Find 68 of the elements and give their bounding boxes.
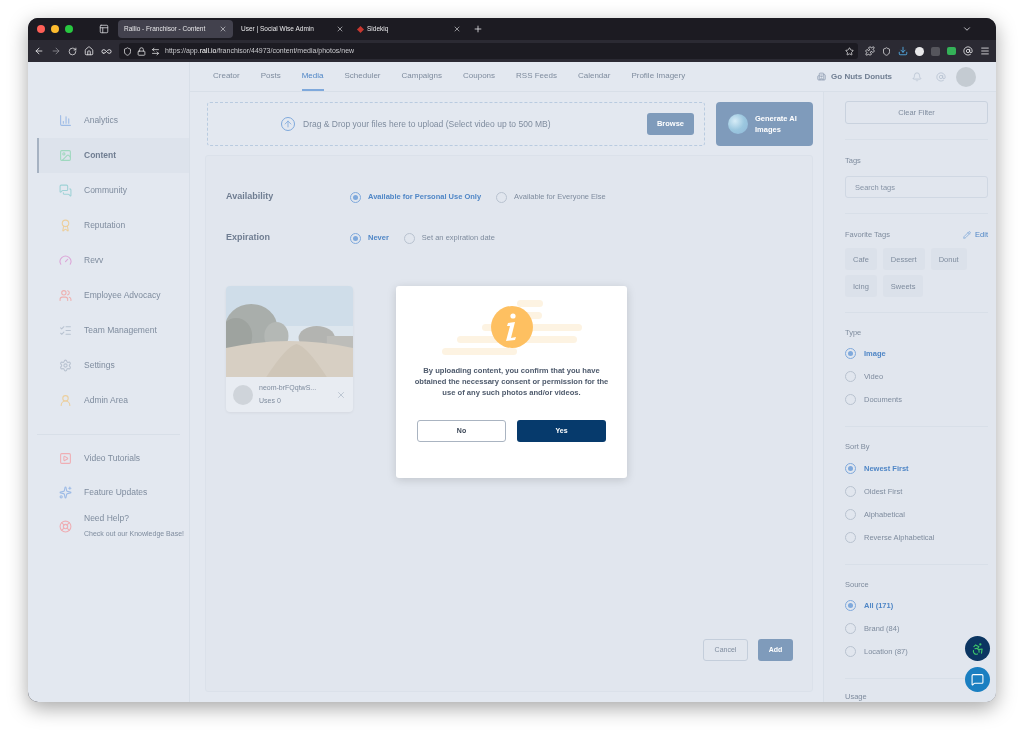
sparkle-icon xyxy=(59,485,72,499)
download-icon[interactable] xyxy=(898,46,908,56)
forward-icon[interactable] xyxy=(51,46,61,56)
close-tab-icon[interactable] xyxy=(336,25,344,33)
close-tab-icon[interactable] xyxy=(453,25,461,33)
sidebar-item[interactable]: Settings xyxy=(37,348,189,383)
account-name[interactable]: Go Nuts Donuts xyxy=(831,70,892,83)
chat-icon xyxy=(971,673,984,686)
maximize-window-icon[interactable] xyxy=(65,25,73,33)
list-icon xyxy=(59,324,72,337)
minimize-window-icon[interactable] xyxy=(51,25,59,33)
lifebuoy-icon xyxy=(59,519,72,533)
home-icon[interactable] xyxy=(84,46,94,56)
orb-icon xyxy=(728,114,748,134)
field-label: Availability xyxy=(226,190,275,204)
video-icon xyxy=(59,451,72,465)
users-icon xyxy=(59,289,72,302)
sidebar-item[interactable]: Team Management xyxy=(37,313,189,348)
back-icon[interactable] xyxy=(34,46,44,56)
uploader-avatar xyxy=(233,384,253,405)
sidebar-item[interactable]: Admin Area xyxy=(37,383,189,418)
nav-tab[interactable]: Posts xyxy=(260,62,281,91)
accessibility-icon xyxy=(970,641,985,656)
reload-icon[interactable] xyxy=(68,46,77,56)
sidebar-item[interactable]: Employee Advocacy xyxy=(37,278,189,313)
nav-tab[interactable]: Media xyxy=(301,62,324,91)
tab-overview-icon[interactable] xyxy=(99,24,109,34)
sidebar-item[interactable]: Reputation xyxy=(37,208,189,243)
help-title: Video Tutorials xyxy=(84,451,141,465)
field-label: Expiration xyxy=(226,231,271,245)
award-icon xyxy=(59,219,72,232)
help-item[interactable]: Feature Updates xyxy=(39,475,189,509)
extension-badge-icon[interactable] xyxy=(947,47,956,55)
settings-icon xyxy=(59,359,72,372)
sidebar-item[interactable]: Analytics xyxy=(37,103,189,138)
close-window-icon[interactable] xyxy=(37,25,45,33)
extension-square-icon[interactable] xyxy=(931,46,940,56)
tab-list-icon[interactable] xyxy=(962,24,972,34)
sidebar-item[interactable]: Content xyxy=(37,138,189,173)
menu-icon[interactable] xyxy=(980,46,990,56)
arrows-icon[interactable] xyxy=(151,46,160,56)
chat-icon xyxy=(59,184,72,197)
user-icon xyxy=(59,394,72,407)
nav-tab[interactable]: Coupons xyxy=(463,62,496,91)
nav-tab[interactable]: Campaigns xyxy=(401,62,442,91)
help-item[interactable]: Video Tutorials xyxy=(39,441,189,475)
nav-tab[interactable]: Calendar xyxy=(577,62,611,91)
gauge-icon xyxy=(59,254,72,267)
sidebar-item[interactable]: Revv xyxy=(37,243,189,278)
nav-tab[interactable]: Scheduler xyxy=(344,62,381,91)
bookmark-star-icon[interactable] xyxy=(845,46,854,56)
close-tab-icon[interactable] xyxy=(219,25,227,33)
image-icon xyxy=(59,149,72,162)
nav-tab[interactable]: RSS Feeds xyxy=(516,62,557,91)
upload-prompt: Drag & Drop your files here to upload (Select video up to 500 MB) xyxy=(303,117,552,131)
chart-icon xyxy=(59,114,72,127)
tab-favicon-icon xyxy=(356,25,365,33)
help-title: Feature Updates xyxy=(84,485,148,499)
nav-tab[interactable]: Profile Imagery xyxy=(631,62,686,91)
sidebar-item[interactable]: Community xyxy=(37,173,189,208)
help-title: Need Help? xyxy=(84,512,130,526)
nav-tab[interactable]: Creator xyxy=(213,62,240,91)
shield-icon[interactable] xyxy=(123,46,132,56)
building-icon xyxy=(817,72,827,81)
extension-icon[interactable] xyxy=(865,46,875,56)
account-icon[interactable] xyxy=(963,46,973,56)
new-tab-icon[interactable] xyxy=(473,24,483,34)
lock-icon[interactable] xyxy=(137,46,146,56)
